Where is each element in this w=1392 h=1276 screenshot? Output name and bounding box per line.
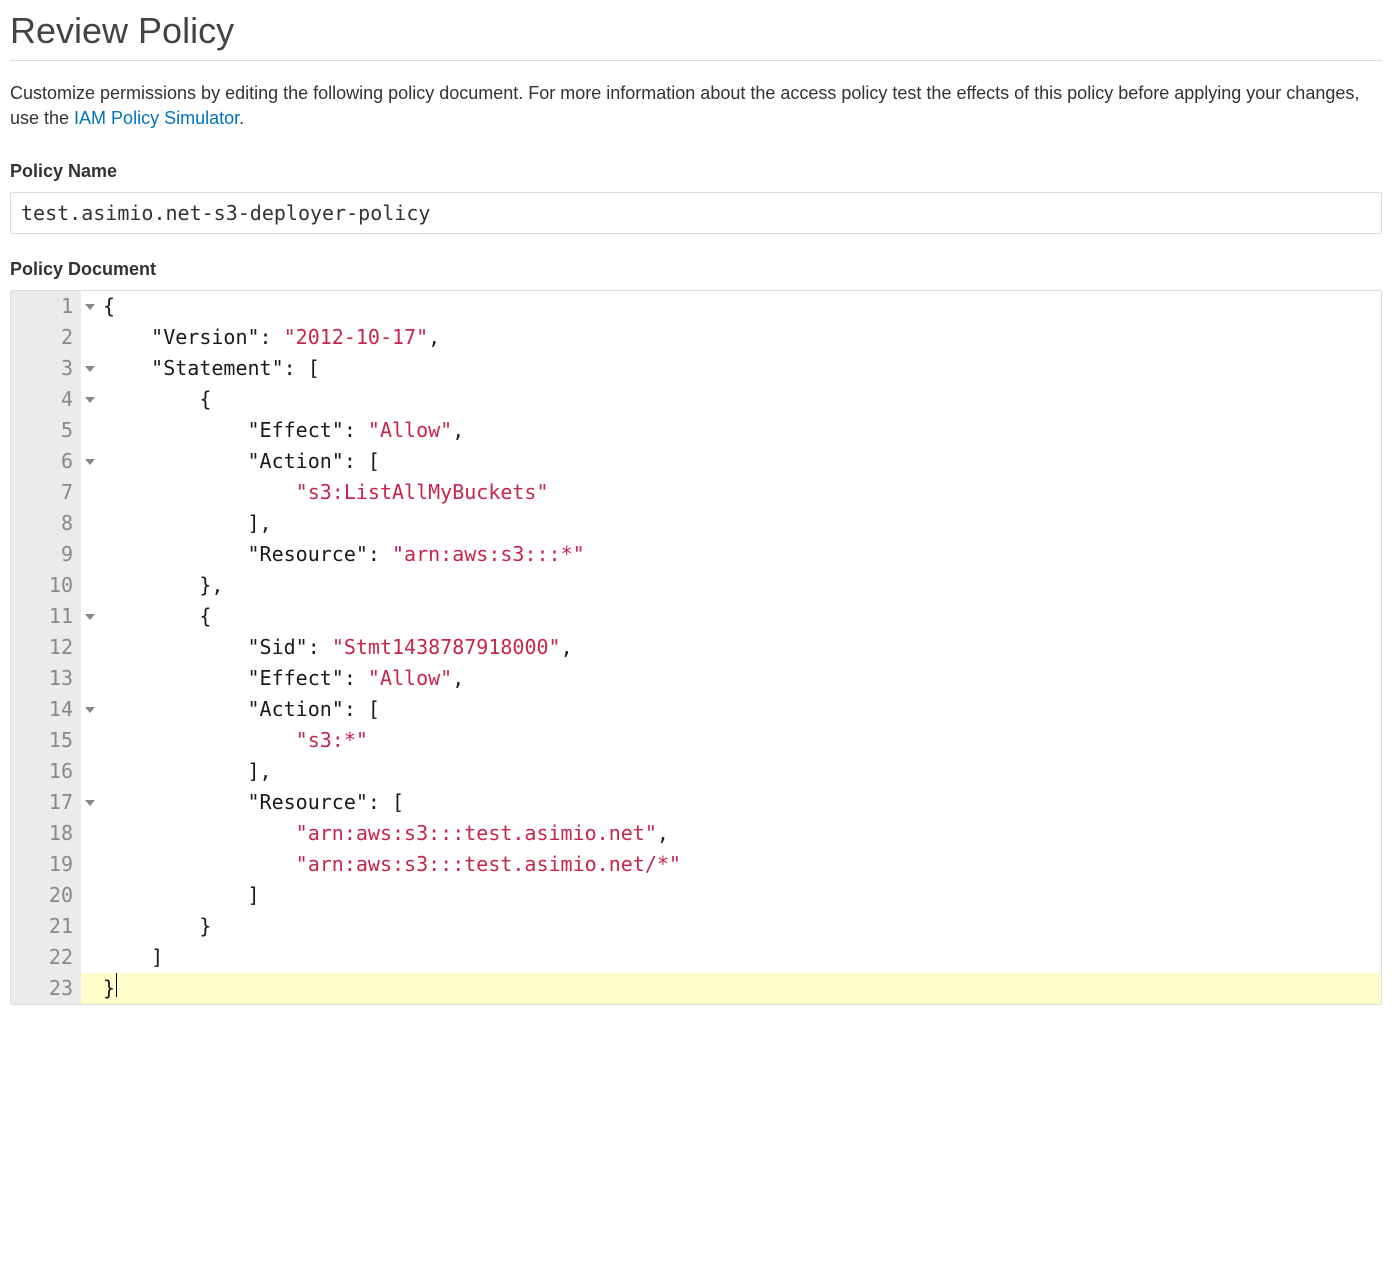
line-number: 23 bbox=[11, 973, 81, 1004]
code-content[interactable]: "Action": [ bbox=[81, 694, 380, 725]
code-line[interactable]: 18 "arn:aws:s3:::test.asimio.net", bbox=[11, 818, 1381, 849]
code-content[interactable]: ] bbox=[81, 942, 163, 973]
fold-marker-icon[interactable] bbox=[85, 459, 95, 465]
line-number: 16 bbox=[11, 756, 81, 787]
fold-marker-icon[interactable] bbox=[85, 397, 95, 403]
code-content[interactable]: ], bbox=[81, 756, 272, 787]
code-line[interactable]: 1{ bbox=[11, 291, 1381, 322]
line-number: 22 bbox=[11, 942, 81, 973]
line-number: 8 bbox=[11, 508, 81, 539]
code-content[interactable]: "Effect": "Allow", bbox=[81, 415, 464, 446]
code-line[interactable]: 9 "Resource": "arn:aws:s3:::*" bbox=[11, 539, 1381, 570]
text-cursor bbox=[116, 973, 117, 997]
code-content[interactable]: "Action": [ bbox=[81, 446, 380, 477]
fold-marker-icon[interactable] bbox=[85, 304, 95, 310]
line-number: 18 bbox=[11, 818, 81, 849]
iam-policy-simulator-link[interactable]: IAM Policy Simulator bbox=[74, 108, 239, 128]
line-number: 15 bbox=[11, 725, 81, 756]
code-line[interactable]: 22 ] bbox=[11, 942, 1381, 973]
code-line[interactable]: 12 "Sid": "Stmt1438787918000", bbox=[11, 632, 1381, 663]
code-line[interactable]: 5 "Effect": "Allow", bbox=[11, 415, 1381, 446]
line-number: 10 bbox=[11, 570, 81, 601]
description-suffix: . bbox=[239, 108, 244, 128]
line-number: 14 bbox=[11, 694, 81, 725]
code-content[interactable]: "arn:aws:s3:::test.asimio.net", bbox=[81, 818, 669, 849]
code-line[interactable]: 6 "Action": [ bbox=[11, 446, 1381, 477]
code-content[interactable]: "Resource": "arn:aws:s3:::*" bbox=[81, 539, 585, 570]
code-line[interactable]: 7 "s3:ListAllMyBuckets" bbox=[11, 477, 1381, 508]
code-line[interactable]: 17 "Resource": [ bbox=[11, 787, 1381, 818]
code-content[interactable]: "Resource": [ bbox=[81, 787, 404, 818]
line-number: 3 bbox=[11, 353, 81, 384]
code-line[interactable]: 2 "Version": "2012-10-17", bbox=[11, 322, 1381, 353]
line-number: 9 bbox=[11, 539, 81, 570]
fold-marker-icon[interactable] bbox=[85, 614, 95, 620]
code-content[interactable]: "Effect": "Allow", bbox=[81, 663, 464, 694]
line-number: 19 bbox=[11, 849, 81, 880]
code-content[interactable]: "Sid": "Stmt1438787918000", bbox=[81, 632, 573, 663]
code-content[interactable]: ], bbox=[81, 508, 272, 539]
code-line[interactable]: 3 "Statement": [ bbox=[11, 353, 1381, 384]
line-number: 20 bbox=[11, 880, 81, 911]
code-line[interactable]: 16 ], bbox=[11, 756, 1381, 787]
line-number: 12 bbox=[11, 632, 81, 663]
code-content[interactable]: } bbox=[81, 973, 117, 1004]
code-content[interactable]: } bbox=[81, 911, 211, 942]
code-content[interactable]: "arn:aws:s3:::test.asimio.net/*" bbox=[81, 849, 681, 880]
description-text: Customize permissions by editing the fol… bbox=[10, 81, 1382, 131]
code-line[interactable]: 19 "arn:aws:s3:::test.asimio.net/*" bbox=[11, 849, 1381, 880]
policy-document-label: Policy Document bbox=[10, 259, 1382, 280]
policy-name-label: Policy Name bbox=[10, 161, 1382, 182]
line-number: 11 bbox=[11, 601, 81, 632]
page-title: Review Policy bbox=[10, 10, 1382, 61]
line-number: 1 bbox=[11, 291, 81, 322]
code-line[interactable]: 13 "Effect": "Allow", bbox=[11, 663, 1381, 694]
code-content[interactable]: { bbox=[81, 384, 211, 415]
policy-name-input[interactable] bbox=[10, 192, 1382, 234]
line-number: 6 bbox=[11, 446, 81, 477]
code-content[interactable]: }, bbox=[81, 570, 223, 601]
code-line[interactable]: 21 } bbox=[11, 911, 1381, 942]
line-number: 17 bbox=[11, 787, 81, 818]
code-line[interactable]: 4 { bbox=[11, 384, 1381, 415]
fold-marker-icon[interactable] bbox=[85, 366, 95, 372]
code-content[interactable]: "Statement": [ bbox=[81, 353, 320, 384]
code-content[interactable]: "s3:*" bbox=[81, 725, 368, 756]
policy-document-editor[interactable]: 1{2 "Version": "2012-10-17",3 "Statement… bbox=[10, 290, 1382, 1005]
code-line[interactable]: 8 ], bbox=[11, 508, 1381, 539]
code-content[interactable]: "Version": "2012-10-17", bbox=[81, 322, 440, 353]
code-line[interactable]: 14 "Action": [ bbox=[11, 694, 1381, 725]
code-line[interactable]: 15 "s3:*" bbox=[11, 725, 1381, 756]
code-line[interactable]: 23} bbox=[11, 973, 1381, 1004]
line-number: 21 bbox=[11, 911, 81, 942]
line-number: 2 bbox=[11, 322, 81, 353]
code-content[interactable]: { bbox=[81, 601, 211, 632]
code-line[interactable]: 20 ] bbox=[11, 880, 1381, 911]
code-content[interactable]: ] bbox=[81, 880, 260, 911]
code-content[interactable]: "s3:ListAllMyBuckets" bbox=[81, 477, 549, 508]
line-number: 4 bbox=[11, 384, 81, 415]
line-number: 7 bbox=[11, 477, 81, 508]
line-number: 5 bbox=[11, 415, 81, 446]
line-number: 13 bbox=[11, 663, 81, 694]
fold-marker-icon[interactable] bbox=[85, 707, 95, 713]
code-line[interactable]: 10 }, bbox=[11, 570, 1381, 601]
fold-marker-icon[interactable] bbox=[85, 800, 95, 806]
code-line[interactable]: 11 { bbox=[11, 601, 1381, 632]
